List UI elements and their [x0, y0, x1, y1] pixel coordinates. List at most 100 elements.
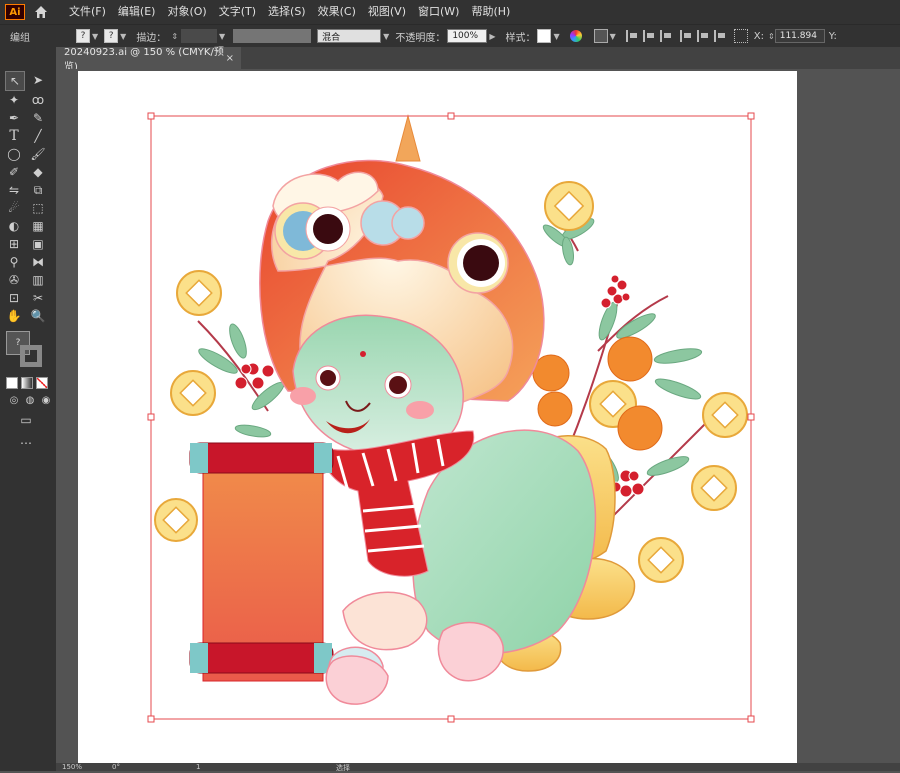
stepper-icon: ⇕: [171, 31, 179, 41]
menu-view[interactable]: 视图(V): [362, 0, 412, 24]
style-label: 样式：: [505, 32, 536, 44]
direct-selection-tool-icon[interactable]: ➤: [29, 71, 47, 89]
shape-builder-tool-icon[interactable]: ◐: [5, 217, 23, 235]
graph-tool-icon[interactable]: ▥: [29, 271, 47, 289]
chevron-down-icon: ▼: [120, 31, 127, 41]
artwork-illustration[interactable]: [78, 71, 797, 771]
profile-field[interactable]: [233, 29, 312, 43]
more-tools-icon[interactable]: ⋯: [17, 434, 35, 452]
variable-width-profile[interactable]: [233, 29, 312, 43]
fill-unknown: ?: [76, 29, 90, 43]
fill-swatch[interactable]: ? ▼: [76, 29, 98, 43]
chevron-down-icon: ▼: [553, 31, 560, 41]
menu-type[interactable]: 文字(T): [213, 0, 262, 24]
stroke-weight-field[interactable]: [181, 29, 218, 43]
stroke-swatch[interactable]: ? ▼: [104, 29, 126, 43]
slice-tool-icon[interactable]: ✂: [29, 289, 47, 307]
tools-panel: ↖ ➤ ✦ ꝏ ✒ ✎ T ╱ ◯ 🖌 ✐ ◆ ⇋ ⧉ ☄ ⬚ ◐ ▦ ⊞ ▣ …: [0, 47, 56, 771]
x-field[interactable]: 111.894: [774, 29, 825, 43]
document-tab-bar: 20240923.ai @ 150 % (CMYK/预览) ×: [56, 47, 900, 73]
perspective-grid-tool-icon[interactable]: ▦: [29, 217, 47, 235]
opacity-input[interactable]: 100% ▶: [447, 29, 495, 43]
symbol-sprayer-tool-icon[interactable]: ✇: [5, 271, 23, 289]
align-top-icon[interactable]: [679, 30, 692, 42]
document-tab[interactable]: 20240923.ai @ 150 % (CMYK/预览) ×: [56, 47, 241, 73]
magic-wand-tool-icon[interactable]: ✦: [5, 91, 23, 109]
menu-effect[interactable]: 效果(C): [312, 0, 362, 24]
gradient-mode-icon[interactable]: [21, 377, 33, 389]
blend-dropdown[interactable]: 混合 ▼: [317, 29, 389, 43]
artboard-number[interactable]: 1: [196, 763, 200, 771]
recolor-icon[interactable]: [569, 30, 582, 42]
mesh-tool-icon[interactable]: ⊞: [5, 235, 23, 253]
lasso-tool-icon[interactable]: ꝏ: [29, 91, 47, 109]
type-tool-icon[interactable]: T: [5, 127, 23, 145]
menu-help[interactable]: 帮助(H): [465, 0, 516, 24]
style-swatch[interactable]: ▼: [537, 29, 560, 43]
artboard-tool-icon[interactable]: ⊡: [5, 289, 23, 307]
chevron-down-icon: ▼: [383, 31, 390, 41]
status-bar: 150% 0° 1 选择: [56, 763, 900, 772]
zoom-level[interactable]: 150%: [62, 763, 82, 771]
stroke-weight-stepper[interactable]: ⇕ ▼: [169, 29, 225, 43]
selection-tool-icon[interactable]: ↖: [5, 71, 25, 91]
align-middle-icon[interactable]: [696, 30, 709, 42]
align-bottom-icon[interactable]: [713, 30, 726, 42]
transform-reference-icon[interactable]: [733, 29, 748, 43]
menu-bar: Ai 文件(F) 编辑(E) 对象(O) 文字(T) 选择(S) 效果(C) 视…: [0, 0, 900, 24]
chevron-down-icon: ▼: [92, 31, 99, 41]
shaper-tool-icon[interactable]: ✐: [5, 163, 23, 181]
opacity-field[interactable]: 100%: [447, 29, 488, 43]
x-label: X:: [753, 30, 765, 42]
align-left-icon[interactable]: [625, 30, 638, 42]
stroke-label: 描边：: [136, 32, 167, 44]
gradient-tool-icon[interactable]: ▣: [29, 235, 47, 253]
blend-tool-icon[interactable]: ⧓: [29, 253, 47, 271]
home-icon[interactable]: [33, 4, 49, 20]
ellipse-tool-icon[interactable]: ◯: [5, 145, 23, 163]
draw-inside-icon[interactable]: ◉: [37, 391, 55, 409]
opacity-label: 不透明度：: [395, 32, 446, 44]
stroke-swatch-large[interactable]: [20, 345, 42, 367]
stroke-unknown: ?: [104, 29, 119, 43]
menu-edit[interactable]: 编辑(E): [112, 0, 162, 24]
eyedropper-tool-icon[interactable]: ⚲: [5, 253, 23, 271]
artboard[interactable]: [78, 71, 797, 771]
warp-tool-icon[interactable]: ☄: [5, 199, 23, 217]
reflect-tool-icon[interactable]: ⇋: [5, 181, 23, 199]
align-center-icon[interactable]: [642, 30, 655, 42]
y-label: Y:: [828, 30, 837, 42]
close-icon[interactable]: ×: [226, 53, 234, 64]
stepper-icon: ⇕: [768, 31, 775, 41]
ai-logo: Ai: [5, 4, 25, 20]
align-right-icon[interactable]: [659, 30, 672, 42]
chevron-down-icon: ▼: [219, 31, 226, 41]
free-transform-tool-icon[interactable]: ⬚: [29, 199, 47, 217]
align-to-dropdown[interactable]: ▼: [593, 29, 616, 43]
menu-select[interactable]: 选择(S): [262, 0, 312, 24]
pen-tool-icon[interactable]: ✒: [5, 109, 23, 127]
hand-tool-icon[interactable]: ✋: [5, 307, 23, 325]
group-label: 编组: [10, 32, 30, 44]
rotation-angle[interactable]: 0°: [112, 763, 120, 771]
paintbrush-tool-icon[interactable]: 🖌: [29, 145, 47, 163]
blend-field[interactable]: 混合: [317, 29, 382, 43]
scroll: [189, 442, 334, 682]
screen-mode-icon[interactable]: ▭: [17, 411, 35, 429]
color-mode-icon[interactable]: [6, 377, 18, 389]
none-mode-icon[interactable]: [36, 377, 48, 389]
zoom-tool-icon[interactable]: 🔍: [29, 307, 47, 325]
chevron-right-icon[interactable]: ▶: [489, 32, 495, 41]
lion-horn: [395, 114, 421, 162]
menu-file[interactable]: 文件(F): [63, 0, 112, 24]
scale-tool-icon[interactable]: ⧉: [29, 181, 47, 199]
line-tool-icon[interactable]: ╱: [29, 127, 47, 145]
color-wheel-icon: [569, 30, 582, 42]
eraser-tool-icon[interactable]: ◆: [29, 163, 47, 181]
style-preview: [537, 29, 552, 43]
x-stepper[interactable]: ⇕ 111.894: [766, 29, 825, 43]
menu-object[interactable]: 对象(O): [161, 0, 212, 24]
curvature-tool-icon[interactable]: ✎: [29, 109, 47, 127]
current-tool-name: 选择: [336, 764, 350, 772]
menu-window[interactable]: 窗口(W): [412, 0, 465, 24]
